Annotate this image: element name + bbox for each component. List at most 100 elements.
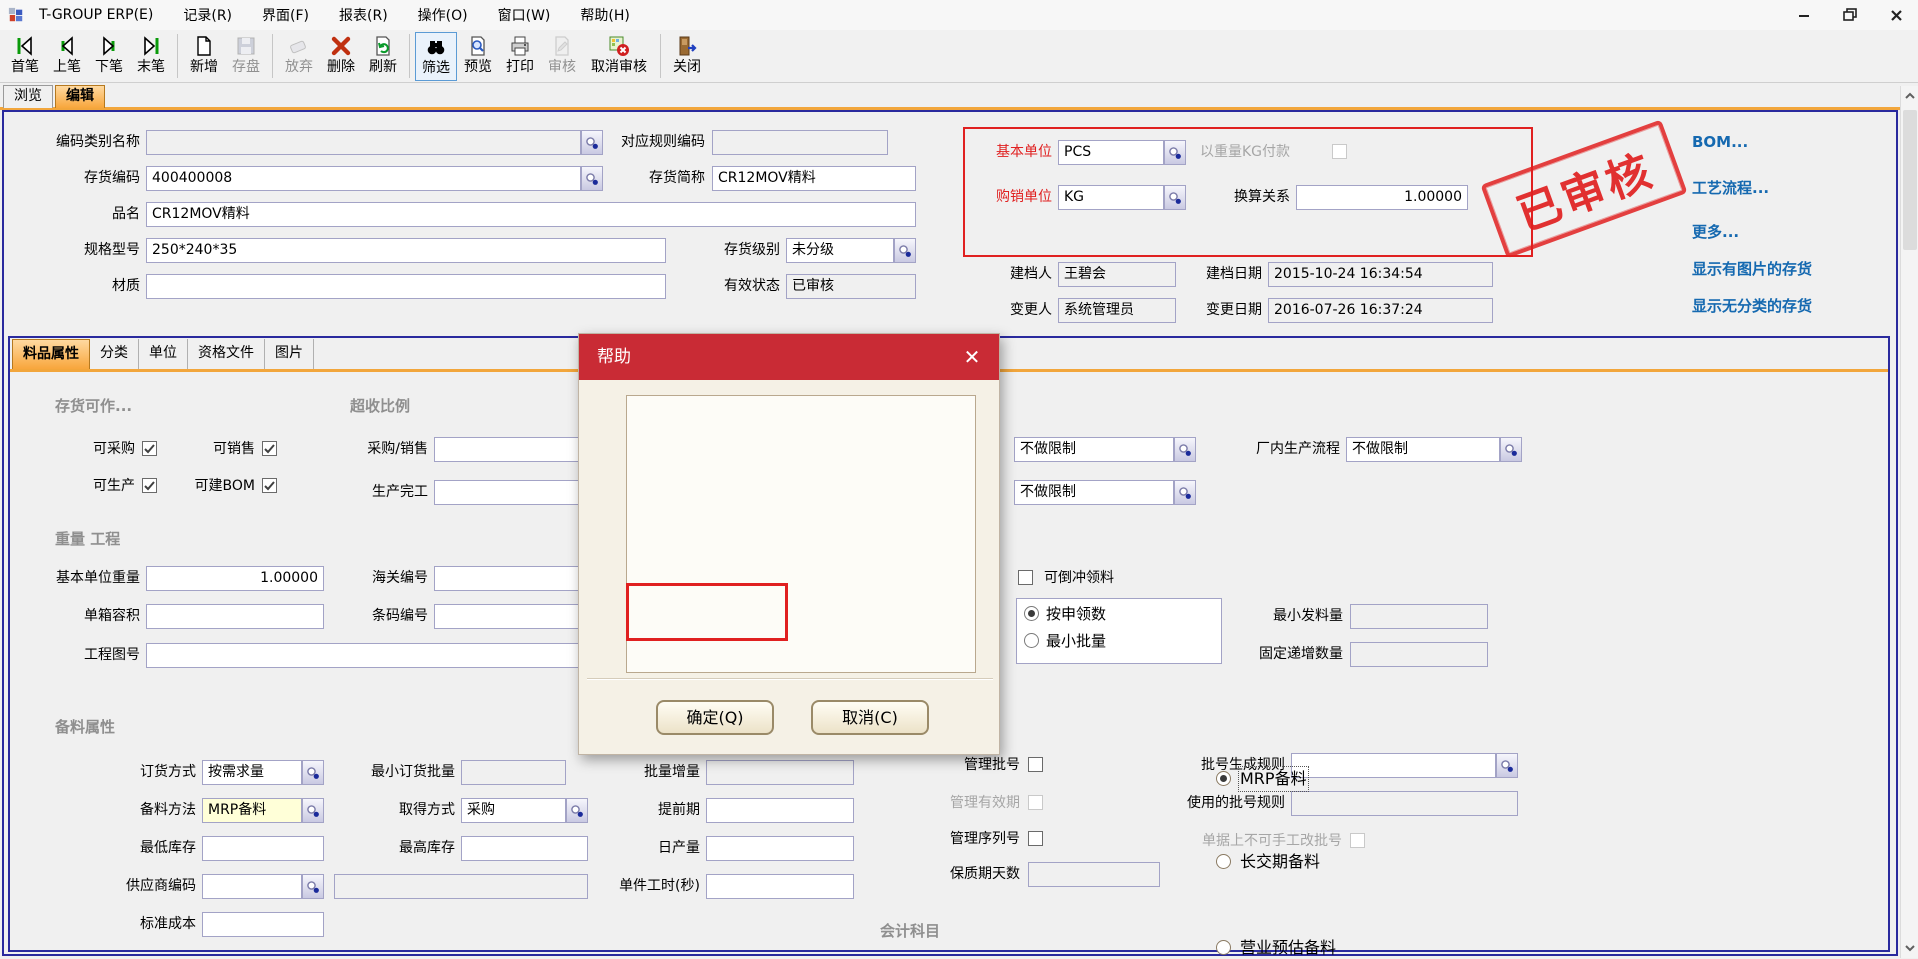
limit2-field[interactable]: 不做限制 bbox=[1014, 480, 1174, 505]
item-name-field[interactable]: CR12MOV精料 bbox=[146, 202, 916, 227]
factory-flow-lookup-button[interactable] bbox=[1500, 437, 1522, 462]
acquire-lookup-button[interactable] bbox=[566, 798, 588, 823]
subtab-image[interactable]: 图片 bbox=[265, 339, 314, 369]
item-abbr-field[interactable]: CR12MOV精料 bbox=[712, 166, 916, 191]
lot-rule-lookup-button[interactable] bbox=[1496, 753, 1518, 778]
min-stock-field[interactable] bbox=[202, 836, 324, 861]
issue-by-apply-radio[interactable] bbox=[1024, 606, 1039, 621]
show-items-with-image-link[interactable]: 显示有图片的存货 bbox=[1692, 258, 1812, 279]
bom-link[interactable]: BOM... bbox=[1692, 133, 1748, 151]
supplier-lookup-button[interactable] bbox=[302, 874, 324, 899]
tab-browse[interactable]: 浏览 bbox=[3, 85, 53, 108]
customs-field[interactable] bbox=[434, 566, 590, 591]
barcode-label: 条码编号 bbox=[338, 604, 428, 629]
spec-field[interactable]: 250*240*35 bbox=[146, 238, 666, 263]
more-link[interactable]: 更多... bbox=[1692, 221, 1739, 242]
producible-checkbox[interactable] bbox=[142, 478, 157, 493]
process-flow-link[interactable]: 工艺流程... bbox=[1692, 177, 1769, 198]
scroll-up-icon[interactable] bbox=[1901, 86, 1918, 106]
base-weight-field[interactable]: 1.00000 bbox=[146, 566, 324, 591]
menu-window[interactable]: 窗口(W) bbox=[483, 5, 566, 25]
option-long-lead-radio[interactable] bbox=[1216, 854, 1231, 869]
level-lookup-button[interactable] bbox=[894, 238, 916, 263]
drawing-field[interactable] bbox=[146, 643, 590, 668]
vertical-scrollbar[interactable] bbox=[1900, 86, 1918, 958]
daily-output-field[interactable] bbox=[706, 836, 854, 861]
box-volume-field[interactable] bbox=[146, 604, 324, 629]
subtab-unit[interactable]: 单位 bbox=[139, 339, 188, 369]
over-finish-field[interactable] bbox=[434, 480, 590, 505]
supplier-field[interactable] bbox=[202, 874, 302, 899]
menu-operation[interactable]: 操作(O) bbox=[403, 5, 483, 25]
prep-method-lookup-button[interactable] bbox=[302, 798, 324, 823]
subtab-classification[interactable]: 分类 bbox=[90, 339, 139, 369]
subtab-qualification-files[interactable]: 资格文件 bbox=[188, 339, 265, 369]
menu-report[interactable]: 报表(R) bbox=[324, 5, 403, 25]
spec-label: 规格型号 bbox=[20, 238, 140, 263]
coding-category-field[interactable] bbox=[146, 130, 581, 155]
binoculars-icon bbox=[424, 33, 448, 60]
new-button[interactable]: 新增 bbox=[183, 32, 225, 81]
last-record-button[interactable]: 末笔 bbox=[130, 32, 172, 81]
show-unclassified-items-link[interactable]: 显示无分类的存货 bbox=[1692, 295, 1812, 316]
next-record-button[interactable]: 下笔 bbox=[88, 32, 130, 81]
subtab-item-attributes[interactable]: 料品属性 bbox=[12, 339, 90, 369]
limit2-lookup-button[interactable] bbox=[1174, 480, 1196, 505]
preview-button[interactable]: 预览 bbox=[457, 32, 499, 81]
audit-button: 审核 bbox=[541, 32, 583, 81]
material-field[interactable] bbox=[146, 274, 666, 299]
menu-tgroup-erp[interactable]: T-GROUP ERP(E) bbox=[24, 7, 168, 23]
acquire-field[interactable]: 采购 bbox=[461, 798, 566, 823]
order-mode-field[interactable]: 按需求量 bbox=[202, 760, 302, 785]
over-purchase-field[interactable] bbox=[434, 437, 590, 462]
scroll-down-icon[interactable] bbox=[1901, 938, 1918, 958]
toolbar-separator bbox=[272, 34, 273, 78]
dialog-ok-button[interactable]: 确定(Q) bbox=[656, 700, 774, 735]
lead-time-field[interactable] bbox=[706, 798, 854, 823]
option-sales-forecast-radio[interactable] bbox=[1216, 940, 1231, 955]
barcode-field[interactable] bbox=[434, 604, 590, 629]
sellable-checkbox[interactable] bbox=[262, 441, 277, 456]
restore-button[interactable] bbox=[1842, 7, 1858, 23]
cancel-audit-button[interactable]: 取消审核 bbox=[583, 32, 655, 81]
bomable-checkbox[interactable] bbox=[262, 478, 277, 493]
option-long-lead-label[interactable]: 长交期备料 bbox=[1240, 851, 1320, 873]
minimize-button[interactable] bbox=[1796, 7, 1812, 23]
prev-record-icon bbox=[55, 32, 79, 59]
tab-edit[interactable]: 编辑 bbox=[55, 85, 105, 108]
purchasable-checkbox[interactable] bbox=[142, 441, 157, 456]
audit-icon bbox=[550, 32, 574, 59]
option-mrp-radio[interactable] bbox=[1216, 771, 1231, 786]
menu-help[interactable]: 帮助(H) bbox=[565, 5, 644, 25]
limit1-lookup-button[interactable] bbox=[1174, 437, 1196, 462]
level-field[interactable]: 未分级 bbox=[786, 238, 894, 263]
option-sales-forecast-label[interactable]: 营业预估备料 bbox=[1240, 937, 1336, 959]
prev-record-button[interactable]: 上笔 bbox=[46, 32, 88, 81]
prep-method-field[interactable]: MRP备料 bbox=[202, 798, 302, 823]
std-cost-field[interactable] bbox=[202, 912, 324, 937]
dialog-close-icon[interactable]: ✕ bbox=[959, 344, 985, 370]
refresh-button[interactable]: 刷新 bbox=[362, 32, 404, 81]
menu-interface[interactable]: 界面(F) bbox=[247, 5, 324, 25]
backflush-checkbox[interactable] bbox=[1018, 570, 1033, 585]
scrollbar-thumb[interactable] bbox=[1903, 110, 1917, 250]
close-form-button[interactable]: 关闭 bbox=[666, 32, 708, 81]
manage-serial-checkbox[interactable] bbox=[1028, 831, 1043, 846]
dialog-cancel-button[interactable]: 取消(C) bbox=[811, 700, 929, 735]
issue-min-batch-radio[interactable] bbox=[1024, 633, 1039, 648]
close-window-button[interactable] bbox=[1888, 7, 1904, 23]
filter-button[interactable]: 筛选 bbox=[415, 32, 457, 81]
item-code-field[interactable]: 400400008 bbox=[146, 166, 581, 191]
factory-flow-field[interactable]: 不做限制 bbox=[1346, 437, 1500, 462]
delete-button[interactable]: 删除 bbox=[320, 32, 362, 81]
lot-rule-field[interactable] bbox=[1291, 753, 1496, 778]
option-mrp-label[interactable]: MRP备料 bbox=[1240, 768, 1307, 790]
order-mode-lookup-button[interactable] bbox=[302, 760, 324, 785]
limit1-field[interactable]: 不做限制 bbox=[1014, 437, 1174, 462]
menu-record[interactable]: 记录(R) bbox=[168, 5, 247, 25]
manage-lot-checkbox[interactable] bbox=[1028, 757, 1043, 772]
print-button[interactable]: 打印 bbox=[499, 32, 541, 81]
first-record-button[interactable]: 首笔 bbox=[4, 32, 46, 81]
unit-hours-field[interactable] bbox=[706, 874, 854, 899]
max-stock-field[interactable] bbox=[461, 836, 588, 861]
